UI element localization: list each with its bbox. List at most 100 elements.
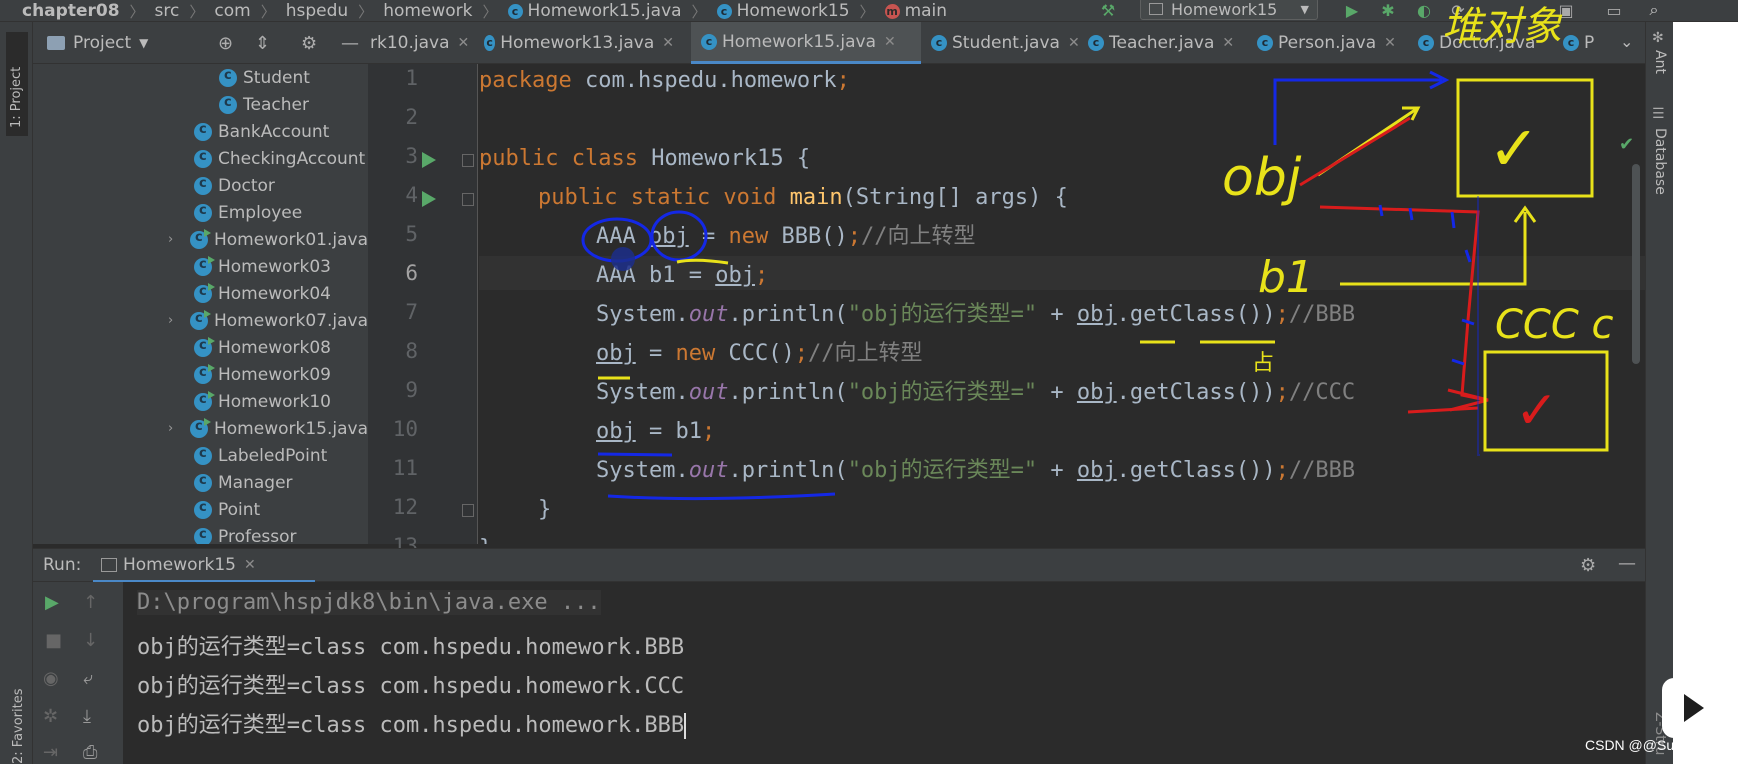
coverage-icon[interactable]: ◐ (1414, 0, 1434, 20)
tab-homework15[interactable]: c Homework15.java ✕ (691, 22, 921, 64)
rerun-icon[interactable]: ▶ (45, 592, 59, 613)
tree-item-professor[interactable]: Professor (194, 523, 297, 544)
chevron-down-icon[interactable]: ⌄ (1620, 32, 1633, 51)
fold-marker-icon[interactable] (462, 504, 474, 517)
editor-scrollbar[interactable] (1632, 164, 1640, 364)
close-icon[interactable]: ✕ (1068, 35, 1080, 51)
run-icon[interactable]: ▶ (1342, 0, 1362, 20)
tree-item-homework09[interactable]: Homework09 (194, 361, 331, 388)
stop-icon[interactable]: ■ (45, 630, 62, 651)
tree-item-homework04[interactable]: Homework04 (194, 280, 331, 307)
run-configuration-select[interactable]: Homework15 ▼ (1140, 0, 1318, 20)
close-icon[interactable]: ✕ (662, 35, 674, 51)
tab-teacher[interactable]: c Teacher.java ✕ (1088, 22, 1258, 64)
breadcrumb-item-chapter08[interactable]: chapter08 (22, 1, 120, 21)
tree-item-checkingaccount[interactable]: CheckingAccount (194, 145, 365, 172)
variable-token: obj (1076, 458, 1117, 483)
chevron-right-icon[interactable]: › (168, 313, 180, 328)
tree-item-homework15[interactable]: › Homework15.java (168, 415, 368, 442)
breadcrumb-item-file[interactable]: Homework15.java (528, 1, 682, 21)
camera-icon[interactable]: ◉ (43, 668, 59, 689)
profiler-icon[interactable]: ⟳ (1448, 0, 1468, 20)
search-icon[interactable]: ⌕ (1644, 0, 1664, 20)
gear-icon[interactable]: ⚙ (1580, 555, 1596, 576)
tree-item-bankaccount[interactable]: BankAccount (194, 118, 329, 145)
tree-item-point[interactable]: Point (194, 496, 260, 523)
tree-item-homework10[interactable]: Homework10 (194, 388, 331, 415)
tree-item-label: LabeledPoint (218, 445, 328, 466)
java-file-icon: c (1088, 35, 1104, 51)
scroll-to-end-icon[interactable]: ⤓ (83, 706, 91, 727)
gear-icon[interactable]: ⚙ (301, 33, 317, 54)
locate-file-icon[interactable]: ⊕ (218, 33, 233, 54)
close-icon[interactable]: ✕ (884, 34, 896, 50)
tree-item-employee[interactable]: Employee (194, 199, 302, 226)
run-tab-homework15[interactable]: Homework15 ✕ (93, 549, 315, 583)
arrow-up-icon[interactable]: ↑ (83, 592, 98, 613)
runnable-class-icon (190, 228, 211, 249)
collapse-all-icon[interactable]: ⇕ (255, 33, 270, 54)
tree-item-homework03[interactable]: Homework03 (194, 253, 331, 280)
debug-icon[interactable]: ✱ (1378, 0, 1398, 20)
run-main-gutter-icon[interactable] (422, 191, 436, 207)
tree-item-student[interactable]: Student (219, 64, 310, 91)
close-icon[interactable]: ✕ (1384, 35, 1396, 51)
tab-student[interactable]: c Student.java ✕ (931, 22, 1101, 64)
tab-homework13[interactable]: c Homework13.java ✕ (484, 22, 674, 64)
settings-icon[interactable]: ✲ (43, 706, 58, 727)
variable-token: obj (596, 419, 636, 444)
chevron-right-icon[interactable]: › (168, 232, 180, 247)
hide-icon[interactable]: — (1618, 553, 1636, 574)
breadcrumb-item-class[interactable]: Homework15 (737, 1, 850, 21)
tree-item-label: Professor (218, 526, 297, 545)
ant-tool-label[interactable]: Ant (1652, 50, 1668, 74)
tab-doctor[interactable]: c Doctor.java (1418, 22, 1578, 64)
project-structure-icon[interactable]: ▣ (1556, 0, 1576, 20)
close-icon[interactable]: ✕ (458, 35, 470, 51)
tree-item-homework08[interactable]: Homework08 (194, 334, 331, 361)
project-tool-button[interactable]: 1: Project (6, 32, 28, 136)
close-icon[interactable]: ✕ (1222, 35, 1234, 51)
tree-item-label: Point (218, 499, 261, 520)
run-panel-label: Run: (43, 555, 82, 575)
fold-marker-icon[interactable] (462, 193, 474, 206)
database-tool-label[interactable]: Database (1652, 128, 1668, 195)
print-icon[interactable]: ⎙ (83, 742, 97, 763)
tree-item-homework07[interactable]: › Homework07.java (168, 307, 368, 334)
project-view-selector[interactable]: Project ▼ (47, 33, 148, 53)
code-editor[interactable]: package com.hspedu.homework; public clas… (479, 64, 1645, 544)
chevron-right-icon: 〉 (260, 2, 276, 21)
breadcrumb-item-hspedu[interactable]: hspedu (286, 1, 348, 21)
tab-person[interactable]: c Person.java ✕ (1257, 22, 1427, 64)
run-class-gutter-icon[interactable] (422, 152, 436, 168)
tree-item-label: Student (243, 67, 310, 88)
tree-item-manager[interactable]: Manager (194, 469, 293, 496)
soft-wrap-icon[interactable]: ⤶ (83, 668, 93, 689)
semicolon-token: ; (1275, 458, 1289, 483)
chevron-right-icon: 〉 (691, 2, 707, 21)
breadcrumb-item-com[interactable]: com (214, 1, 250, 21)
exit-icon[interactable]: ⇥ (43, 742, 58, 763)
console-output[interactable]: D:\program\hspjdk8\bin\java.exe ... obj的… (123, 582, 1645, 764)
class-icon (194, 473, 212, 492)
favorites-tool-label[interactable]: 2: Favorites (11, 688, 26, 764)
build-hammer-icon[interactable]: ⚒ (1098, 0, 1118, 20)
page-margin (1673, 22, 1738, 764)
chevron-right-icon[interactable]: › (168, 421, 180, 436)
tab-homework10[interactable]: rk10.java ✕ (368, 22, 470, 64)
hide-icon[interactable]: — (341, 33, 359, 54)
layout-icon[interactable]: ▭ (1604, 0, 1624, 20)
tab-more[interactable]: cP (1563, 22, 1603, 64)
fold-marker-icon[interactable] (462, 154, 474, 167)
tree-item-doctor[interactable]: Doctor (194, 172, 275, 199)
breadcrumb-item-homework[interactable]: homework (383, 1, 472, 21)
arrow-down-icon[interactable]: ↓ (83, 630, 98, 651)
tree-item-teacher[interactable]: Teacher (219, 91, 309, 118)
breadcrumb-item-method[interactable]: main (905, 1, 947, 21)
inspection-ok-icon[interactable]: ✔ (1619, 134, 1634, 155)
close-icon[interactable]: ✕ (244, 557, 256, 573)
tree-item-labeledpoint[interactable]: LabeledPoint (194, 442, 327, 469)
method-icon: m (884, 3, 900, 19)
tree-item-homework01[interactable]: › Homework01.java (168, 226, 368, 253)
breadcrumb-item-src[interactable]: src (155, 1, 180, 21)
